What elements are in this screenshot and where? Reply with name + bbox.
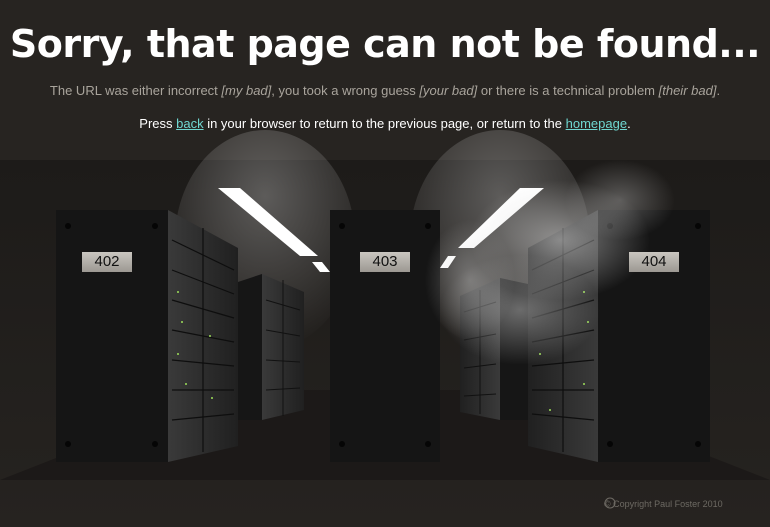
explanation-text-4: . xyxy=(716,83,721,98)
server-rack-403 xyxy=(330,210,440,462)
page-title: Sorry, that page can not be found... xyxy=(9,22,761,66)
error-explanation: The URL was either incorrect [my bad], y… xyxy=(0,83,770,98)
explanation-text-2: , you took a wrong guess xyxy=(271,83,420,98)
server-label-403: 403 xyxy=(360,252,410,272)
server-label-402: 402 xyxy=(82,252,132,272)
explanation-their-bad: [their bad] xyxy=(658,83,717,98)
back-link[interactable]: back xyxy=(176,116,203,131)
explanation-your-bad: [your bad] xyxy=(419,83,478,98)
server-rack-402 xyxy=(56,210,238,462)
explanation-text-1: The URL was either incorrect xyxy=(49,83,222,98)
explanation-text-3: or there is a technical problem xyxy=(477,83,659,98)
press-text-1: Press xyxy=(139,116,177,131)
server-rack-back-left xyxy=(238,274,304,420)
press-text-3: . xyxy=(627,116,631,131)
explanation-my-bad: [my bad] xyxy=(221,83,272,98)
homepage-link[interactable]: homepage xyxy=(566,116,627,131)
press-text-2: in your browser to return to the previou… xyxy=(203,116,566,131)
navigation-instructions: Press back in your browser to return to … xyxy=(0,116,770,131)
server-label-404: 404 xyxy=(629,252,679,272)
copyright-text: © Copyright Paul Foster 2010 xyxy=(604,499,723,509)
